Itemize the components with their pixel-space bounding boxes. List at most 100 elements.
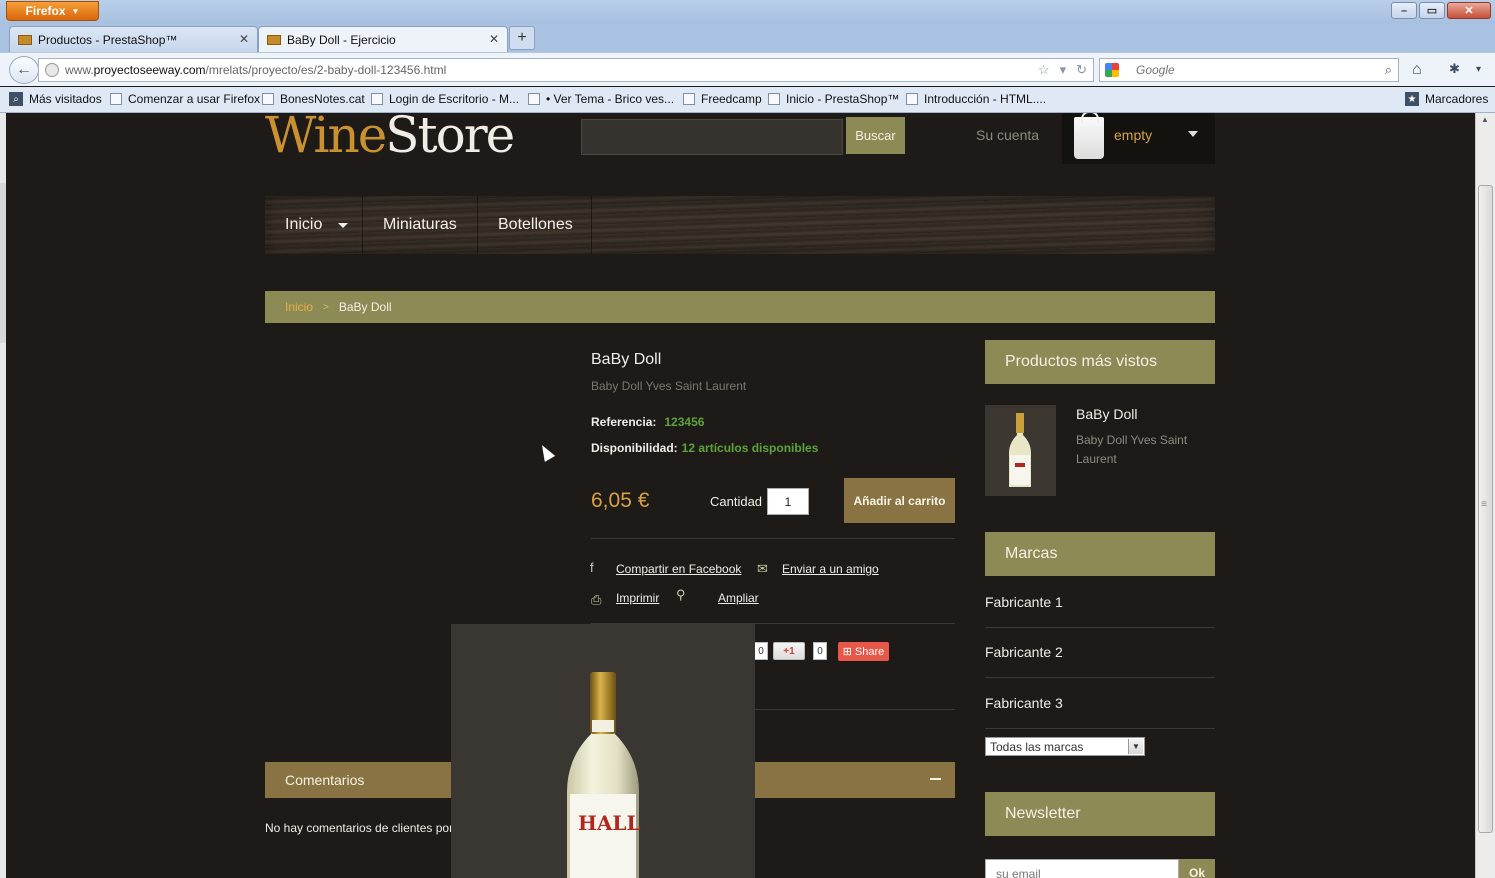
bookmark-item[interactable]: Login de Escritorio - M... xyxy=(371,92,519,106)
home-icon[interactable]: ⌂ xyxy=(1412,61,1422,79)
viewed-product-thumbnail[interactable] xyxy=(985,405,1056,496)
mini-bottle-image xyxy=(1009,413,1031,487)
bookmark-label: Más visitados xyxy=(29,92,102,106)
chevron-down-icon[interactable]: ▼ xyxy=(1128,739,1143,754)
enlarge-link[interactable]: Ampliar xyxy=(718,591,759,605)
store-search-input[interactable] xyxy=(581,119,843,155)
envelope-icon: ✉ xyxy=(757,561,768,576)
bookmarks-star-icon: ★ xyxy=(1405,92,1419,106)
window-controls: – ▭ ✕ xyxy=(1391,2,1491,19)
brand-link[interactable]: Fabricante 3 xyxy=(985,695,1063,711)
bookmarks-toolbar: ⌕ Más visitados Comenzar a usar Firefox B… xyxy=(0,87,1495,113)
menu-item-inicio[interactable]: Inicio xyxy=(265,196,363,254)
bookmark-item[interactable]: Introducción - HTML.... xyxy=(906,92,1046,106)
menu-item-miniaturas[interactable]: Miniaturas xyxy=(363,196,478,254)
bookmark-item[interactable]: Inicio - PrestaShop™ xyxy=(768,92,899,106)
tab-bar: Productos - PrestaShop™ ✕ BaBy Doll - Ej… xyxy=(0,24,1495,52)
reload-icon[interactable]: ↻ xyxy=(1076,62,1087,78)
tab-close-icon[interactable]: ✕ xyxy=(489,32,499,46)
page-left-scrollbar xyxy=(0,113,6,878)
cart-block[interactable]: empty xyxy=(1062,113,1215,164)
logo-store: Store xyxy=(385,113,515,164)
breadcrumb-current: BaBy Doll xyxy=(338,300,392,314)
google-plus-button[interactable]: +1 xyxy=(773,642,805,660)
share-label: Share xyxy=(854,645,885,658)
prestashop-favicon-icon xyxy=(18,34,32,45)
divider xyxy=(985,728,1215,729)
scroll-up-icon[interactable]: ▲ xyxy=(1481,115,1489,124)
collapse-icon[interactable] xyxy=(930,778,941,780)
share-button[interactable]: ⊞ Share xyxy=(838,642,889,661)
firefox-menu-button[interactable]: Firefox ▼ xyxy=(6,1,99,21)
product-reference: Referencia: 123456 xyxy=(591,415,704,429)
page-icon xyxy=(906,93,918,105)
tab-close-icon[interactable]: ✕ xyxy=(239,32,249,46)
account-link[interactable]: Su cuenta xyxy=(976,127,1039,143)
page-icon xyxy=(683,93,695,105)
quantity-label: Cantidad xyxy=(710,494,763,509)
breadcrumb-home[interactable]: Inicio xyxy=(285,300,313,314)
search-icon[interactable]: ⌕ xyxy=(1385,62,1392,78)
close-window-icon[interactable]: ✕ xyxy=(1447,2,1491,19)
url-domain: proyectoseeway.com xyxy=(93,63,206,77)
bookmark-item[interactable]: BonesNotes.cat xyxy=(262,92,365,106)
google-engine-icon[interactable] xyxy=(1105,63,1119,77)
winestore-logo[interactable]: WineStore xyxy=(265,113,515,160)
bookmark-most-visited[interactable]: ⌕ Más visitados xyxy=(9,92,102,106)
bottle-label-text: HALL xyxy=(578,811,641,835)
product-price: 6,05 € xyxy=(591,489,650,512)
new-tab-button[interactable]: + xyxy=(509,26,535,50)
tab-productos[interactable]: Productos - PrestaShop™ ✕ xyxy=(9,26,258,52)
bookmark-label: Login de Escritorio - M... xyxy=(389,92,520,106)
tab-baby-doll[interactable]: BaBy Doll - Ejercicio ✕ xyxy=(258,26,508,52)
address-bar[interactable]: www. proyectoseeway.com/mrelats/proyecto/… xyxy=(38,58,1094,82)
tab-title: BaBy Doll - Ejercicio xyxy=(287,32,396,47)
firefox-menu-label: Firefox xyxy=(25,4,66,18)
brands-select[interactable]: Todas las marcas ▼ xyxy=(985,737,1145,756)
divider xyxy=(591,538,955,539)
bookmark-item[interactable]: • Ver Tema - Brico ves... xyxy=(528,92,674,106)
bookmarks-menu-label: Marcadores xyxy=(1425,92,1489,106)
image-zoom-overlay[interactable]: HALL xyxy=(451,624,755,878)
add-to-cart-button[interactable]: Añadir al carrito xyxy=(844,478,955,523)
maximize-icon[interactable]: ▭ xyxy=(1419,2,1445,19)
print-link[interactable]: Imprimir xyxy=(616,591,659,605)
gplus-count: 0 xyxy=(813,642,827,660)
toolbar-menu-icon[interactable]: ▾ xyxy=(1476,64,1481,75)
breadcrumb-separator: > xyxy=(323,301,329,313)
availability-label: Disponibilidad: xyxy=(591,441,678,455)
brand-link[interactable]: Fabricante 2 xyxy=(985,644,1063,660)
bookmark-label: Inicio - PrestaShop™ xyxy=(786,92,900,106)
share-facebook-link[interactable]: Compartir en Facebook xyxy=(616,562,741,576)
page-icon xyxy=(110,93,122,105)
quantity-input[interactable]: 1 xyxy=(767,488,809,515)
like-count: 0 xyxy=(754,642,768,660)
product-title: BaBy Doll xyxy=(591,351,662,368)
addons-icon[interactable]: ✱ xyxy=(1449,61,1460,77)
newsletter-ok-button[interactable]: Ok xyxy=(1179,859,1215,878)
vertical-scrollbar[interactable]: ▲ ≡ xyxy=(1475,113,1495,878)
tab-title: Productos - PrestaShop™ xyxy=(38,32,178,47)
facebook-icon: f xyxy=(590,560,594,575)
site-identity-icon[interactable] xyxy=(45,63,59,77)
newsletter-header: Newsletter xyxy=(985,792,1215,836)
main-menu: Inicio Miniaturas Botellones xyxy=(265,196,1215,254)
shopping-bag-icon xyxy=(1074,113,1104,159)
search-button[interactable]: Buscar xyxy=(846,117,905,154)
cart-status: empty xyxy=(1114,127,1153,143)
back-arrow-icon[interactable]: ← xyxy=(9,56,39,84)
bookmark-star-icon[interactable]: ☆ xyxy=(1038,62,1050,78)
bookmarks-menu[interactable]: ★ Marcadores xyxy=(1405,92,1488,106)
minimize-icon[interactable]: – xyxy=(1391,2,1417,19)
send-friend-link[interactable]: Enviar a un amigo xyxy=(782,562,879,576)
menu-item-botellones[interactable]: Botellones xyxy=(478,196,592,254)
cart-dropdown-icon[interactable] xyxy=(1188,131,1198,137)
bookmark-item[interactable]: Freedcamp xyxy=(683,92,762,106)
search-bar[interactable]: Google ⌕ xyxy=(1099,58,1399,82)
viewed-product-name[interactable]: BaBy Doll xyxy=(1076,406,1137,422)
search-placeholder: Google xyxy=(1136,63,1175,77)
history-dropdown-icon[interactable]: ▾ xyxy=(1060,62,1067,78)
brand-link[interactable]: Fabricante 1 xyxy=(985,594,1063,610)
bookmark-item[interactable]: Comenzar a usar Firefox xyxy=(110,92,260,106)
newsletter-email-input[interactable]: su email xyxy=(985,859,1179,878)
